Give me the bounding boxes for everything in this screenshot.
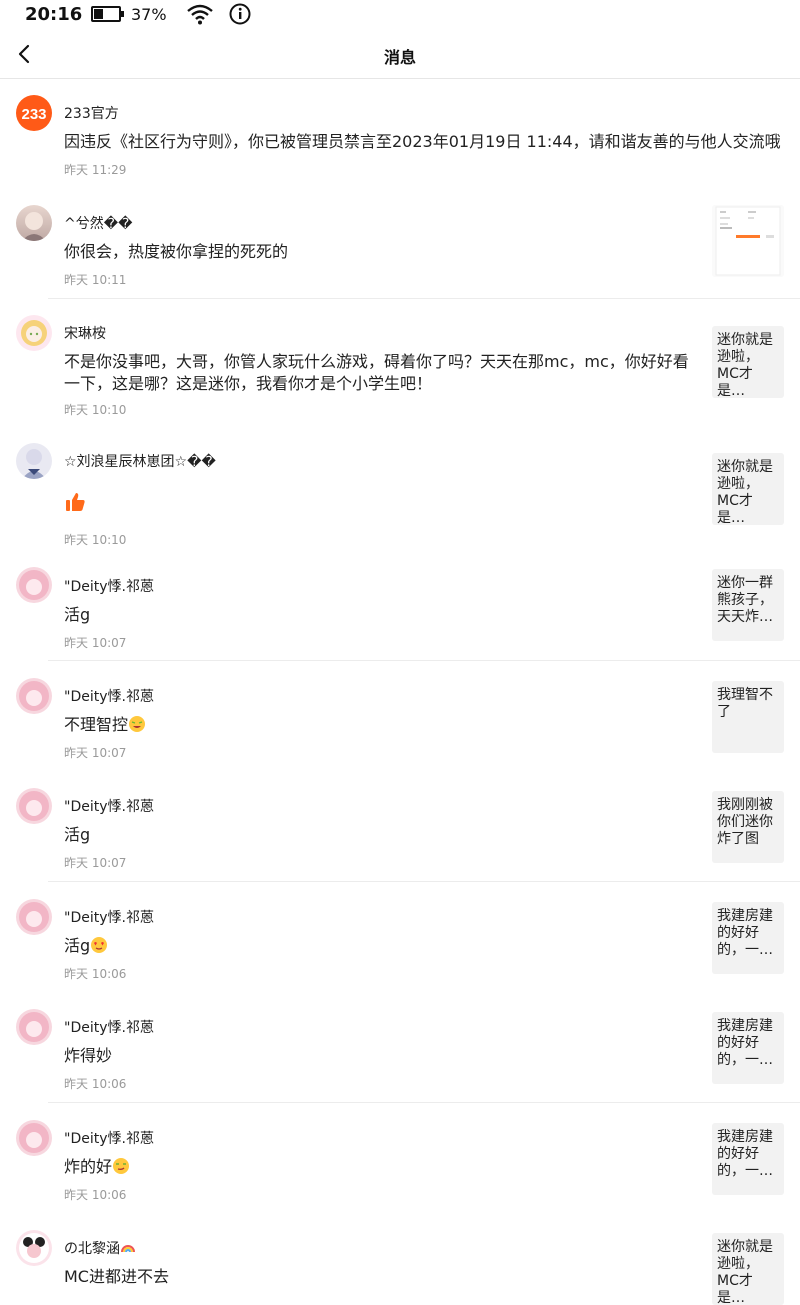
avatar-image bbox=[19, 681, 49, 711]
message-text: 不理智控 bbox=[64, 714, 146, 736]
avatar[interactable] bbox=[16, 205, 52, 241]
post-preview[interactable]: 我刚刚被你们迷你炸了图 bbox=[712, 791, 784, 863]
sender-name: ^兮然�� bbox=[64, 216, 133, 232]
message-text: 炸的好 bbox=[64, 1156, 130, 1178]
avatar-image bbox=[21, 320, 47, 346]
sender-name: ☆刘浪星辰林崽团☆�� bbox=[64, 454, 216, 470]
avatar-image bbox=[22, 449, 46, 479]
battery-icon bbox=[91, 6, 124, 22]
message-time: 昨天 10:07 bbox=[64, 856, 127, 870]
status-time: 20:16 bbox=[25, 4, 83, 25]
message-text: 炸得妙 bbox=[64, 1046, 113, 1065]
list-item[interactable]: "Deity悸.祁蒽 炸得妙 昨天 10:06 我建房建的好好的，一… bbox=[0, 992, 800, 1103]
post-preview[interactable]: 迷你就是逊啦，MC才是… bbox=[712, 326, 784, 398]
list-item[interactable]: "Deity悸.祁蒽 不理智控 昨天 10:07 我理智不了 bbox=[0, 661, 800, 771]
sender-name: "Deity悸.祁蒽 bbox=[64, 1020, 154, 1036]
message-text-content: 活g bbox=[64, 936, 91, 955]
laughing-emoji-icon bbox=[129, 716, 146, 732]
sender-name: "Deity悸.祁蒽 bbox=[64, 689, 154, 705]
message-text: 不是你没事吧，大哥，你管人家玩什么游戏，碍着你了吗？天天在那mc，mc，你好好看… bbox=[64, 352, 689, 393]
message-text: 活g bbox=[64, 605, 91, 624]
message-text: 活g bbox=[64, 935, 108, 957]
avatar-image bbox=[19, 791, 49, 821]
avatar-image bbox=[19, 1123, 49, 1153]
avatar[interactable] bbox=[16, 443, 52, 479]
post-preview[interactable]: 我建房建的好好的，一… bbox=[712, 1123, 784, 1195]
list-item[interactable]: の北黎涵 MC进都进不去 迷你就是逊啦，MC才是… bbox=[0, 1213, 800, 1305]
svg-text:233: 233 bbox=[21, 106, 46, 123]
message-time: 昨天 10:10 bbox=[64, 533, 127, 547]
avatar-image bbox=[19, 570, 49, 600]
info-icon bbox=[229, 3, 251, 25]
avatar-image bbox=[19, 1233, 49, 1263]
battery-percent: 37% bbox=[131, 5, 167, 24]
list-item[interactable]: "Deity悸.祁蒽 活g 昨天 10:07 迷你一群熊孩子，天天炸… bbox=[0, 548, 800, 661]
heart-eyes-emoji-icon bbox=[91, 937, 108, 953]
message-time: 昨天 10:06 bbox=[64, 1188, 127, 1202]
message-time: 昨天 10:10 bbox=[64, 403, 127, 417]
sender-name: "Deity悸.祁蒽 bbox=[64, 1131, 154, 1147]
avatar[interactable]: 233 bbox=[16, 95, 52, 131]
message-time: 昨天 11:29 bbox=[64, 163, 127, 177]
avatar[interactable] bbox=[16, 678, 52, 714]
sender-name: "Deity悸.祁蒽 bbox=[64, 799, 154, 815]
avatar[interactable] bbox=[16, 315, 52, 351]
message-time: 昨天 10:11 bbox=[64, 273, 127, 287]
post-preview[interactable]: 我理智不了 bbox=[712, 681, 784, 753]
sender-name: の北黎涵 bbox=[64, 1238, 136, 1258]
rainbow-emoji-icon bbox=[121, 1245, 135, 1253]
list-item[interactable]: ☆刘浪星辰林崽团☆�� 昨天 10:10 迷你就是逊啦，MC才是… bbox=[0, 425, 800, 548]
wifi-icon bbox=[187, 4, 213, 25]
sender-name: 宋琳桉 bbox=[64, 326, 106, 342]
sender-name: "Deity悸.祁蒽 bbox=[64, 910, 154, 926]
smirk-emoji-icon bbox=[113, 1158, 130, 1174]
avatar[interactable] bbox=[16, 1230, 52, 1266]
post-preview[interactable]: 迷你就是逊啦，MC才是… bbox=[712, 1233, 784, 1305]
message-text-content: 不理智控 bbox=[64, 715, 129, 734]
list-item[interactable]: "Deity悸.祁蒽 炸的好 昨天 10:06 我建房建的好好的，一… bbox=[0, 1103, 800, 1213]
page-title: 消息 bbox=[383, 48, 416, 67]
message-text: 活g bbox=[64, 825, 91, 844]
list-item[interactable]: 233 233官方 因违反《社区行为守则》，你已被管理员禁言至2023年01月1… bbox=[0, 79, 800, 189]
message-text-content: 炸的好 bbox=[64, 1157, 113, 1176]
list-item[interactable]: "Deity悸.祁蒽 活g 昨天 10:06 我建房建的好好的，一… bbox=[0, 882, 800, 992]
avatar[interactable] bbox=[16, 1009, 52, 1045]
message-time: 昨天 10:06 bbox=[64, 1077, 127, 1091]
list-item[interactable]: "Deity悸.祁蒽 活g 昨天 10:07 我刚刚被你们迷你炸了图 bbox=[0, 771, 800, 882]
avatar-image bbox=[19, 1012, 49, 1042]
thumbs-up-icon bbox=[66, 493, 85, 511]
avatar-image bbox=[22, 212, 46, 241]
status-bar: 20:16 37% bbox=[0, 0, 800, 30]
sender-name: "Deity悸.祁蒽 bbox=[64, 579, 154, 595]
message-text: 你很会，热度被你拿捏的死死的 bbox=[64, 242, 289, 261]
avatar[interactable] bbox=[16, 567, 52, 603]
avatar[interactable] bbox=[16, 899, 52, 935]
message-time: 昨天 10:07 bbox=[64, 746, 127, 760]
avatar[interactable] bbox=[16, 1120, 52, 1156]
message-time: 昨天 10:07 bbox=[64, 636, 127, 650]
message-text: MC进都进不去 bbox=[64, 1267, 169, 1286]
official-logo-icon: 233 bbox=[21, 106, 46, 123]
post-preview[interactable]: 迷你一群熊孩子，天天炸… bbox=[712, 569, 784, 641]
message-text: 因违反《社区行为守则》，你已被管理员禁言至2023年01月19日 11:44，请… bbox=[64, 132, 781, 151]
app-header: 消息 bbox=[0, 30, 800, 79]
message-time: 昨天 10:06 bbox=[64, 967, 127, 981]
post-preview[interactable]: 我建房建的好好的，一… bbox=[712, 902, 784, 974]
list-item[interactable]: 宋琳桉 不是你没事吧，大哥，你管人家玩什么游戏，碍着你了吗？天天在那mc，mc，… bbox=[0, 299, 800, 425]
avatar-image bbox=[19, 902, 49, 932]
post-preview[interactable]: 我建房建的好好的，一… bbox=[712, 1012, 784, 1084]
avatar[interactable] bbox=[16, 788, 52, 824]
post-preview[interactable]: 迷你就是逊啦，MC才是… bbox=[712, 453, 784, 525]
post-thumbnail[interactable] bbox=[712, 205, 784, 277]
post-screenshot-image bbox=[712, 205, 784, 277]
sender-name-text: の北黎涵 bbox=[64, 1241, 120, 1257]
list-item[interactable]: ^兮然�� 你很会，热度被你拿捏的死死的 昨天 10:11 bbox=[0, 189, 800, 299]
sender-name: 233官方 bbox=[64, 106, 119, 122]
